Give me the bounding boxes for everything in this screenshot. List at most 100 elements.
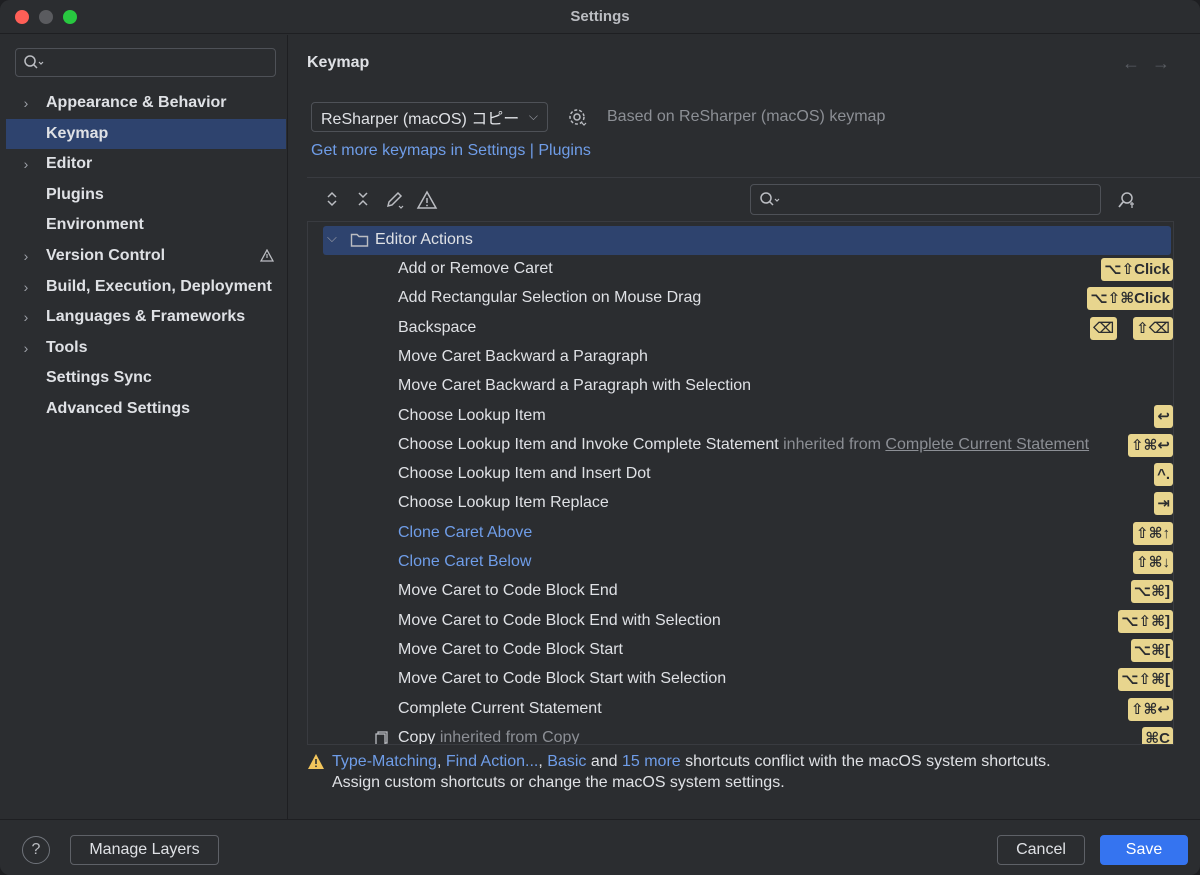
sidebar-item-environment[interactable]: Environment <box>6 210 286 240</box>
sidebar-item-editor[interactable]: › Editor <box>6 149 286 179</box>
history-nav: ←→ <box>1122 53 1182 74</box>
type-matching-link[interactable]: Type-Matching <box>332 753 437 770</box>
shortcut-keys: ↩ <box>1154 404 1173 428</box>
chevron-right-icon[interactable]: › <box>6 309 46 325</box>
action-label: Move Caret Backward a Paragraph <box>398 348 648 366</box>
conflicts-warning-icon[interactable] <box>416 190 438 210</box>
tree-row[interactable]: Move Caret to Code Block Start ⌥⌘[ <box>308 636 1173 665</box>
shortcut-badge: ⌥⌘[ <box>1130 638 1173 662</box>
tree-group-label: Editor Actions <box>375 231 473 248</box>
inherited-note: inherited from Copy <box>435 729 580 744</box>
settings-search-input[interactable] <box>15 48 276 77</box>
shortcut-keys: ^. <box>1154 463 1173 487</box>
basic-link[interactable]: Basic <box>547 753 586 770</box>
action-name: Move Caret Backward a Paragraph with Sel… <box>398 377 752 395</box>
tree-row[interactable]: Complete Current Statement ⇧⌘↩ <box>308 695 1173 724</box>
action-label: Add or Remove Caret <box>398 260 553 278</box>
keymap-panel: Keymap ←→ ReSharper (macOS) コピー ⌵ Based … <box>289 35 1200 819</box>
divider <box>307 177 1200 178</box>
action-label: Clone Caret Below <box>398 553 531 571</box>
settings-window: Settings › Appearance & Behavior Keymap › Ed… <box>0 0 1200 875</box>
sidebar-item-keymap[interactable]: Keymap <box>6 118 286 149</box>
manage-layers-button[interactable]: Manage Layers <box>70 835 219 865</box>
warning-and: and <box>590 753 618 770</box>
tree-row[interactable]: Backspace ⌫ ⇧⌫ <box>308 314 1173 343</box>
tree-row[interactable]: Choose Lookup Item and Invoke Complete S… <box>308 431 1173 460</box>
shortcut-keys: ⌥⌘[ <box>1130 638 1173 662</box>
sidebar-item-label: Keymap <box>46 124 109 142</box>
plugins-link[interactable]: Plugins <box>538 142 590 159</box>
inherited-source-link[interactable]: Complete Current Statement <box>885 436 1089 453</box>
expand-all-icon[interactable] <box>323 190 341 208</box>
shortcut-badge: ⌥⌘] <box>1130 580 1173 604</box>
sidebar-item-tools[interactable]: › Tools <box>6 333 286 363</box>
sidebar-item-label: Appearance & Behavior <box>46 94 227 111</box>
tree-row[interactable]: Copy inherited from Copy ⌘C <box>308 724 1173 745</box>
shortcut-badge: ⌥⇧Click <box>1101 258 1173 281</box>
page-title: Keymap <box>307 54 370 71</box>
help-button[interactable]: ? <box>22 836 50 864</box>
edit-shortcut-icon[interactable] <box>385 190 407 210</box>
chevron-right-icon[interactable]: › <box>6 340 46 356</box>
chevron-right-icon[interactable]: › <box>6 248 46 264</box>
cancel-button[interactable]: Cancel <box>997 835 1085 865</box>
sidebar-item-version-control[interactable]: › Version Control <box>6 241 286 271</box>
collapse-all-icon[interactable] <box>354 190 372 208</box>
forward-arrow-icon[interactable]: → <box>1152 53 1182 73</box>
action-name: Choose Lookup Item Replace <box>398 494 609 512</box>
title-bar: Settings <box>0 0 1200 34</box>
tree-row[interactable]: Choose Lookup Item Replace ⇥ <box>308 489 1173 518</box>
action-label: Add Rectangular Selection on Mouse Drag <box>398 289 701 307</box>
action-name: Add Rectangular Selection on Mouse Drag <box>398 289 702 307</box>
tree-row[interactable]: Clone Caret Below ⇧⌘↓ <box>308 548 1173 577</box>
keymap-select[interactable]: ReSharper (macOS) コピー ⌵ <box>311 102 548 132</box>
shortcut-keys: ⌥⇧⌘Click <box>1087 287 1173 311</box>
tree-row[interactable]: Move Caret Backward a Paragraph with Sel… <box>308 372 1173 401</box>
save-button[interactable]: Save <box>1100 835 1188 865</box>
shortcut-keys: ⌥⌘] <box>1130 580 1173 604</box>
tree-row[interactable]: Choose Lookup Item ↩ <box>308 402 1173 431</box>
more-conflicts-link[interactable]: 15 more <box>622 753 681 770</box>
action-name: Move Caret to Code Block Start with Sele… <box>398 670 727 688</box>
gear-icon[interactable] <box>566 106 588 128</box>
tree-row[interactable]: Add Rectangular Selection on Mouse Drag ⌥… <box>308 284 1173 313</box>
window-title: Settings <box>570 8 630 25</box>
sidebar-item-settings-sync[interactable]: Settings Sync <box>6 363 286 393</box>
tree-row[interactable]: Move Caret Backward a Paragraph <box>308 343 1173 372</box>
sidebar-item-label: Plugins <box>46 185 104 203</box>
action-label: Complete Current Statement <box>398 700 602 718</box>
action-search-input[interactable] <box>750 184 1101 215</box>
tree-row[interactable]: Move Caret to Code Block Start with Sele… <box>308 665 1173 694</box>
shortcut-badge: ⇧⌘↩ <box>1127 697 1173 721</box>
sidebar-item-label: Build, Execution, Deployment <box>46 277 272 295</box>
tree-row[interactable]: Choose Lookup Item and Insert Dot ^. <box>308 460 1173 489</box>
action-label: Choose Lookup Item <box>398 407 546 425</box>
shortcut-keys: ⌥⇧⌘[ <box>1118 668 1173 692</box>
sidebar-item-appearance-behavior[interactable]: › Appearance & Behavior <box>6 88 286 118</box>
tree-group-editor-actions[interactable]: ⌵ Editor Actions <box>323 226 1171 255</box>
warning-text: Type-Matching, Find Action..., Basic and… <box>332 751 1192 793</box>
sidebar-item-label: Editor <box>46 155 93 173</box>
chevron-right-icon[interactable]: › <box>6 95 46 111</box>
find-by-shortcut-icon[interactable] <box>1117 190 1139 210</box>
get-more-keymaps-link[interactable]: Get more keymaps in Settings <box>311 142 525 159</box>
chevron-right-icon[interactable]: › <box>6 279 46 295</box>
sidebar-item-plugins[interactable]: Plugins <box>6 180 286 210</box>
shortcut-badge: ⌘C <box>1142 726 1173 744</box>
shortcut-badge: ^. <box>1154 463 1173 487</box>
find-action-link[interactable]: Find Action... <box>446 753 539 770</box>
action-name: Add or Remove Caret <box>398 260 553 277</box>
folder-icon <box>350 233 369 247</box>
tree-row[interactable]: Clone Caret Above ⇧⌘↑ <box>308 519 1173 548</box>
chevron-down-icon[interactable]: ⌵ <box>327 230 337 246</box>
sidebar-item-build-execution-deployment[interactable]: › Build, Execution, Deployment <box>6 272 286 302</box>
tree-row[interactable]: Move Caret to Code Block End ⌥⌘] <box>308 577 1173 606</box>
tree-row[interactable]: Add or Remove Caret ⌥⇧Click <box>308 255 1173 284</box>
back-arrow-icon[interactable]: ← <box>1122 53 1152 73</box>
action-name: Copy <box>398 728 436 745</box>
tree-row[interactable]: Move Caret to Code Block End with Select… <box>308 607 1173 636</box>
sidebar-item-languages-frameworks[interactable]: › Languages & Frameworks <box>6 302 286 332</box>
warning-line2: Assign custom shortcuts or change the ma… <box>332 774 785 791</box>
sidebar-item-advanced-settings[interactable]: Advanced Settings <box>6 394 286 424</box>
chevron-right-icon[interactable]: › <box>6 156 46 172</box>
